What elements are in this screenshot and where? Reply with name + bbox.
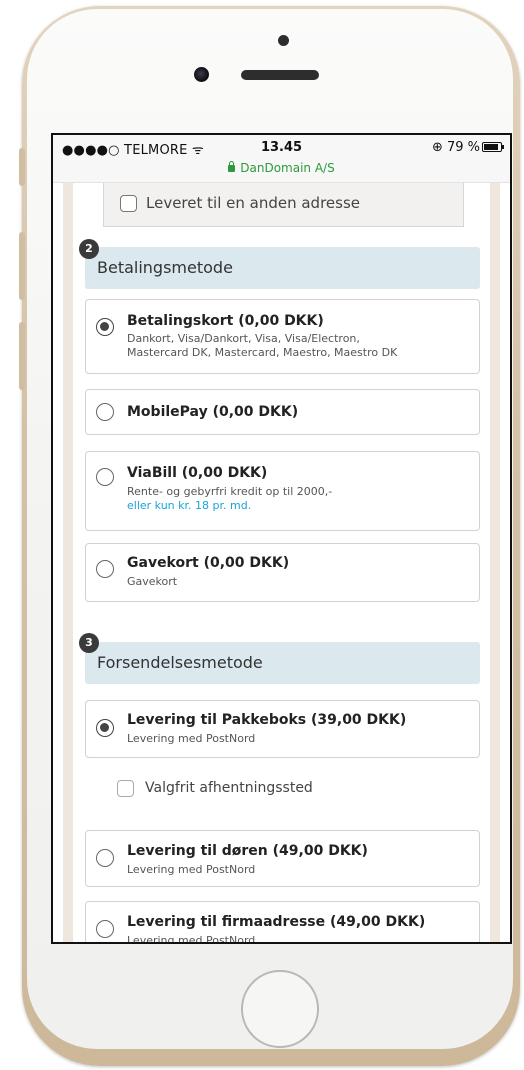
option-description: Rente- og gebyrfri kredit op til 2000,- — [127, 485, 333, 498]
left-border — [63, 183, 73, 942]
shipping-option-pakkeboks[interactable]: Levering til Pakkeboks (39,00 DKK) Lever… — [85, 700, 480, 758]
front-camera — [194, 67, 209, 82]
radio-unselected[interactable] — [96, 560, 114, 578]
shipping-option-business[interactable]: Levering til firmaadresse (49,00 DKK) Le… — [85, 901, 480, 944]
volume-up-button — [19, 232, 25, 300]
option-title: Levering til Pakkeboks (39,00 DKK) — [127, 712, 407, 728]
step-number-badge: 3 — [79, 633, 99, 653]
radio-unselected[interactable] — [96, 920, 114, 938]
alternate-address-label[interactable]: Leveret til en anden adresse — [146, 194, 360, 212]
radio-selected[interactable] — [96, 318, 114, 336]
payment-option-viabill[interactable]: ViaBill (0,00 DKK) Rente- og gebyrfri kr… — [85, 451, 480, 531]
earpiece-speaker — [241, 70, 319, 80]
battery-icon — [482, 142, 504, 152]
checkout-page: Leveret til en anden adresse Betalingsme… — [53, 183, 510, 944]
option-description: Dankort, Visa/Dankort, Visa, Visa/Electr… — [127, 332, 360, 345]
radio-selected[interactable] — [96, 719, 114, 737]
payment-option-mobilepay[interactable]: MobilePay (0,00 DKK) — [85, 389, 480, 435]
option-description: Mastercard DK, Mastercard, Maestro, Maes… — [127, 346, 398, 359]
alternate-address-checkbox[interactable] — [120, 195, 137, 212]
shipping-section-title: Forsendelsesmetode — [97, 653, 263, 672]
battery-percentage: ⊕ 79 % — [431, 140, 480, 155]
secure-domain[interactable]: DanDomain A/S — [53, 161, 510, 175]
shipping-section-header: Forsendelsesmetode — [85, 642, 480, 684]
option-description: Levering med PostNord — [127, 732, 256, 745]
mute-switch — [19, 148, 25, 186]
option-description: Gavekort — [127, 575, 178, 588]
payment-section-title: Betalingsmetode — [97, 258, 233, 277]
pickup-point-label[interactable]: Valgfrit afhentningssted — [145, 780, 313, 796]
option-title: MobilePay (0,00 DKK) — [127, 404, 299, 420]
right-border — [490, 183, 500, 942]
option-title: Levering til firmaadresse (49,00 DKK) — [127, 914, 426, 930]
option-title: ViaBill (0,00 DKK) — [127, 465, 268, 481]
home-button[interactable] — [241, 970, 319, 1048]
viabill-installment-link[interactable]: eller kun kr. 18 pr. md. — [127, 499, 251, 512]
domain-label: DanDomain A/S — [240, 161, 335, 175]
alternate-address-box: Leveret til en anden adresse — [103, 183, 464, 227]
screen: ●●●●○ TELMORE ᯤ 13.45 ⊕ 79 % DanDomain A… — [51, 133, 512, 944]
option-title: Levering til døren (49,00 DKK) — [127, 843, 368, 859]
option-title: Gavekort (0,00 DKK) — [127, 555, 290, 571]
radio-unselected[interactable] — [96, 849, 114, 867]
option-title: Betalingskort (0,00 DKK) — [127, 313, 324, 329]
step-number-badge: 2 — [79, 239, 99, 259]
volume-down-button — [19, 322, 25, 390]
option-description: Levering med PostNord — [127, 934, 256, 944]
radio-unselected[interactable] — [96, 468, 114, 486]
shipping-option-door[interactable]: Levering til døren (49,00 DKK) Levering … — [85, 830, 480, 887]
option-description: Levering med PostNord — [127, 863, 256, 876]
pickup-point-checkbox[interactable] — [117, 780, 134, 797]
radio-unselected[interactable] — [96, 403, 114, 421]
payment-section-header: Betalingsmetode — [85, 247, 480, 289]
lock-icon — [228, 161, 236, 172]
proximity-sensor — [278, 35, 289, 46]
status-bar: ●●●●○ TELMORE ᯤ 13.45 ⊕ 79 % DanDomain A… — [53, 135, 510, 183]
payment-option-betalingskort[interactable]: Betalingskort (0,00 DKK) Dankort, Visa/D… — [85, 299, 480, 374]
payment-option-gavekort[interactable]: Gavekort (0,00 DKK) Gavekort — [85, 543, 480, 602]
